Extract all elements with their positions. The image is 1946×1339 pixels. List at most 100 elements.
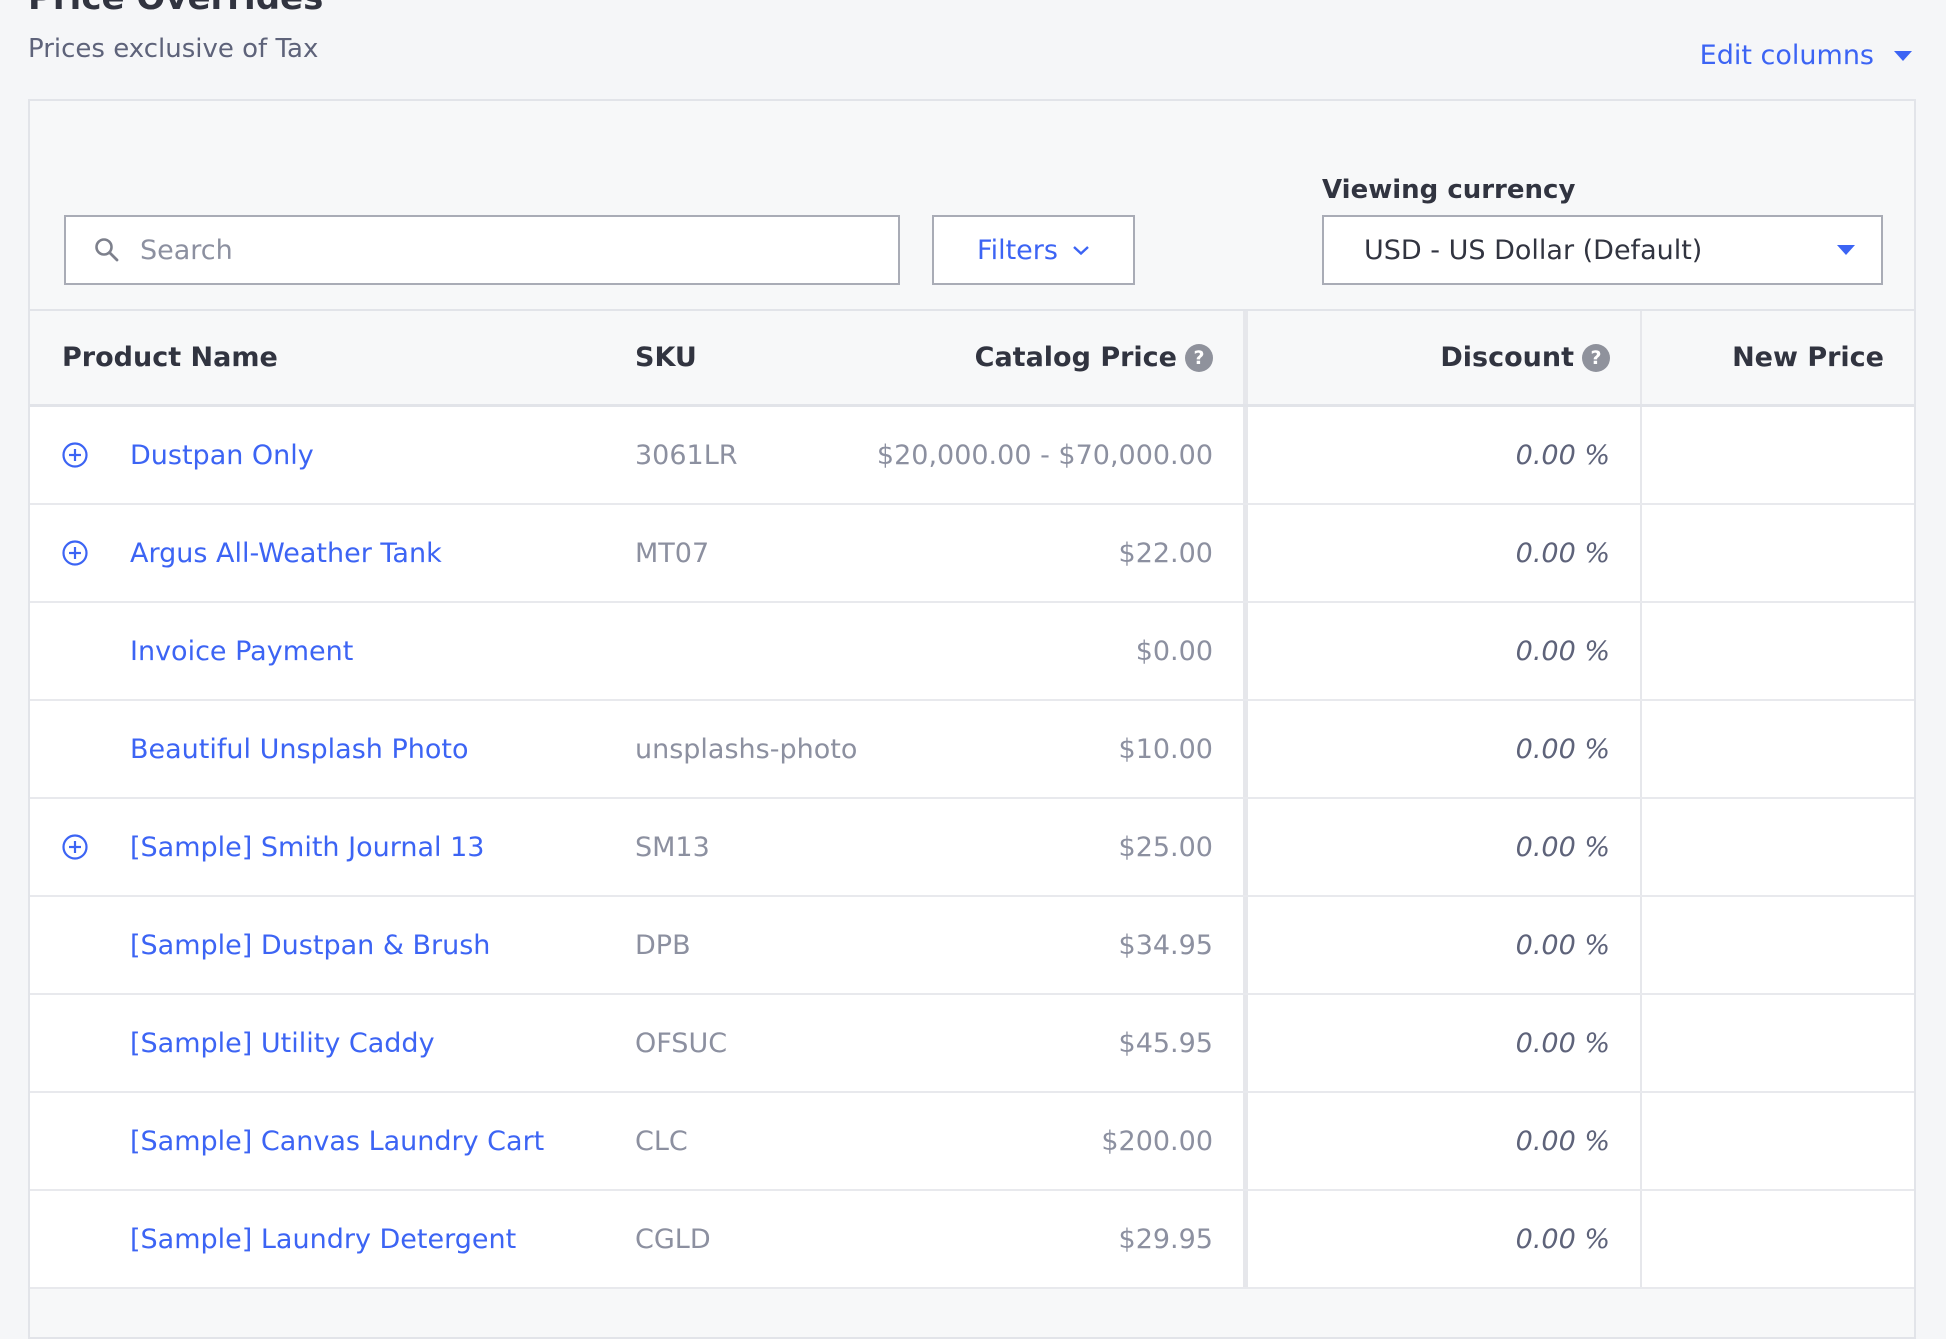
product-name-link[interactable]: [Sample] Laundry Detergent — [130, 1224, 516, 1255]
new-price-cell[interactable] — [1642, 1093, 1914, 1189]
discount-text: 0.00 % — [1515, 733, 1610, 765]
discount-text: 0.00 % — [1515, 1223, 1610, 1255]
table-row: Beautiful Unsplash Photo unsplashs-photo… — [30, 701, 1914, 799]
sku-cell: 3061LR — [601, 407, 896, 503]
discount-cell[interactable]: 0.00 % — [1248, 995, 1642, 1091]
column-header-sku[interactable]: SKU — [601, 311, 896, 404]
product-name-link[interactable]: [Sample] Dustpan & Brush — [130, 930, 490, 961]
new-price-cell[interactable] — [1642, 407, 1914, 503]
sku-text: unsplashs-photo — [635, 733, 858, 765]
page-subtitle: Prices exclusive of Tax — [28, 34, 319, 64]
product-name-link[interactable]: [Sample] Smith Journal 13 — [130, 832, 484, 863]
new-price-cell[interactable] — [1642, 701, 1914, 797]
discount-text: 0.00 % — [1515, 1125, 1610, 1157]
plus-circle-icon[interactable] — [60, 538, 90, 568]
sku-text: 3061LR — [635, 439, 738, 471]
sku-cell: CLC — [601, 1093, 896, 1189]
catalog-price-text: $45.95 — [1118, 1027, 1213, 1059]
product-name-cell: Dustpan Only — [30, 407, 601, 503]
sku-text: CLC — [635, 1125, 688, 1157]
price-table: Product Name SKU Catalog Price ? Discoun… — [30, 309, 1914, 1289]
column-header-discount[interactable]: Discount ? — [1248, 311, 1642, 404]
edit-columns-button[interactable]: Edit columns — [1700, 40, 1912, 71]
product-name-cell: [Sample] Dustpan & Brush — [30, 897, 601, 993]
new-price-cell[interactable] — [1642, 799, 1914, 895]
product-name-link[interactable]: Argus All-Weather Tank — [130, 538, 442, 569]
filters-button[interactable]: Filters — [932, 215, 1135, 285]
catalog-price-text: $200.00 — [1101, 1125, 1213, 1157]
table-row: Invoice Payment $0.00 0.00 % — [30, 603, 1914, 701]
sku-cell: DPB — [601, 897, 896, 993]
product-name-link[interactable]: Beautiful Unsplash Photo — [130, 734, 469, 765]
sku-cell — [601, 603, 896, 699]
column-header-catalog-price[interactable]: Catalog Price ? — [896, 311, 1248, 404]
discount-text: 0.00 % — [1515, 635, 1610, 667]
sku-text: DPB — [635, 929, 691, 961]
sku-cell: OFSUC — [601, 995, 896, 1091]
discount-cell[interactable]: 0.00 % — [1248, 407, 1642, 503]
new-price-cell[interactable] — [1642, 897, 1914, 993]
catalog-price-cell: $20,000.00 - $70,000.00 — [877, 407, 1248, 503]
chevron-down-icon — [1073, 246, 1089, 256]
discount-cell[interactable]: 0.00 % — [1248, 603, 1642, 699]
discount-text: 0.00 % — [1515, 1027, 1610, 1059]
new-price-cell[interactable] — [1642, 603, 1914, 699]
price-overrides-panel: Filters Viewing currency USD - US Dollar… — [28, 99, 1916, 1339]
catalog-price-cell: $0.00 — [896, 603, 1248, 699]
search-input[interactable] — [138, 233, 802, 267]
sku-cell: MT07 — [601, 505, 896, 601]
discount-cell[interactable]: 0.00 % — [1248, 505, 1642, 601]
catalog-price-cell: $25.00 — [896, 799, 1248, 895]
sku-cell: CGLD — [601, 1191, 896, 1287]
discount-text: 0.00 % — [1515, 439, 1610, 471]
help-icon[interactable]: ? — [1185, 343, 1213, 372]
discount-text: 0.00 % — [1515, 929, 1610, 961]
catalog-price-cell: $22.00 — [896, 505, 1248, 601]
discount-cell[interactable]: 0.00 % — [1248, 799, 1642, 895]
currency-select[interactable]: USD - US Dollar (Default) — [1322, 215, 1883, 285]
catalog-price-text: $20,000.00 - $70,000.00 — [876, 439, 1213, 471]
product-name-link[interactable]: Invoice Payment — [130, 636, 353, 667]
plus-circle-icon[interactable] — [60, 832, 90, 862]
currency-selected-value: USD - US Dollar (Default) — [1364, 234, 1703, 266]
table-row: Dustpan Only 3061LR $20,000.00 - $70,000… — [30, 407, 1914, 505]
product-name-link[interactable]: [Sample] Utility Caddy — [130, 1028, 435, 1059]
help-icon[interactable]: ? — [1582, 343, 1610, 372]
discount-text: 0.00 % — [1515, 537, 1610, 569]
product-name-cell: [Sample] Utility Caddy — [30, 995, 601, 1091]
sku-text: OFSUC — [635, 1027, 728, 1059]
product-name-cell: [Sample] Smith Journal 13 — [30, 799, 601, 895]
discount-cell[interactable]: 0.00 % — [1248, 897, 1642, 993]
table-row: Argus All-Weather Tank MT07 $22.00 0.00 … — [30, 505, 1914, 603]
catalog-price-text: $0.00 — [1135, 635, 1213, 667]
table-header: Product Name SKU Catalog Price ? Discoun… — [30, 309, 1914, 407]
search-icon — [95, 238, 119, 262]
product-name-cell: [Sample] Canvas Laundry Cart — [30, 1093, 601, 1189]
search-box[interactable] — [64, 215, 900, 285]
new-price-cell[interactable] — [1642, 995, 1914, 1091]
page-title: Price Overrides — [28, 0, 323, 18]
table-row: [Sample] Laundry Detergent CGLD $29.95 0… — [30, 1191, 1914, 1289]
discount-cell[interactable]: 0.00 % — [1248, 701, 1642, 797]
discount-cell[interactable]: 0.00 % — [1248, 1093, 1642, 1189]
caret-down-icon — [1837, 244, 1855, 255]
table-row: [Sample] Smith Journal 13 SM13 $25.00 0.… — [30, 799, 1914, 897]
discount-text: 0.00 % — [1515, 831, 1610, 863]
currency-label: Viewing currency — [1322, 175, 1576, 205]
column-header-product-name[interactable]: Product Name — [30, 311, 601, 404]
new-price-cell[interactable] — [1642, 1191, 1914, 1287]
product-name-link[interactable]: [Sample] Canvas Laundry Cart — [130, 1126, 544, 1157]
catalog-price-text: $10.00 — [1118, 733, 1213, 765]
discount-cell[interactable]: 0.00 % — [1248, 1191, 1642, 1287]
table-body: Dustpan Only 3061LR $20,000.00 - $70,000… — [30, 407, 1914, 1289]
sku-cell: SM13 — [601, 799, 896, 895]
catalog-price-cell: $29.95 — [896, 1191, 1248, 1287]
table-row: [Sample] Canvas Laundry Cart CLC $200.00… — [30, 1093, 1914, 1191]
table-row: [Sample] Utility Caddy OFSUC $45.95 0.00… — [30, 995, 1914, 1093]
catalog-price-text: $29.95 — [1118, 1223, 1213, 1255]
new-price-cell[interactable] — [1642, 505, 1914, 601]
catalog-price-text: $22.00 — [1118, 537, 1213, 569]
column-header-new-price[interactable]: New Price — [1642, 311, 1914, 404]
product-name-link[interactable]: Dustpan Only — [130, 440, 314, 471]
plus-circle-icon[interactable] — [60, 440, 90, 470]
